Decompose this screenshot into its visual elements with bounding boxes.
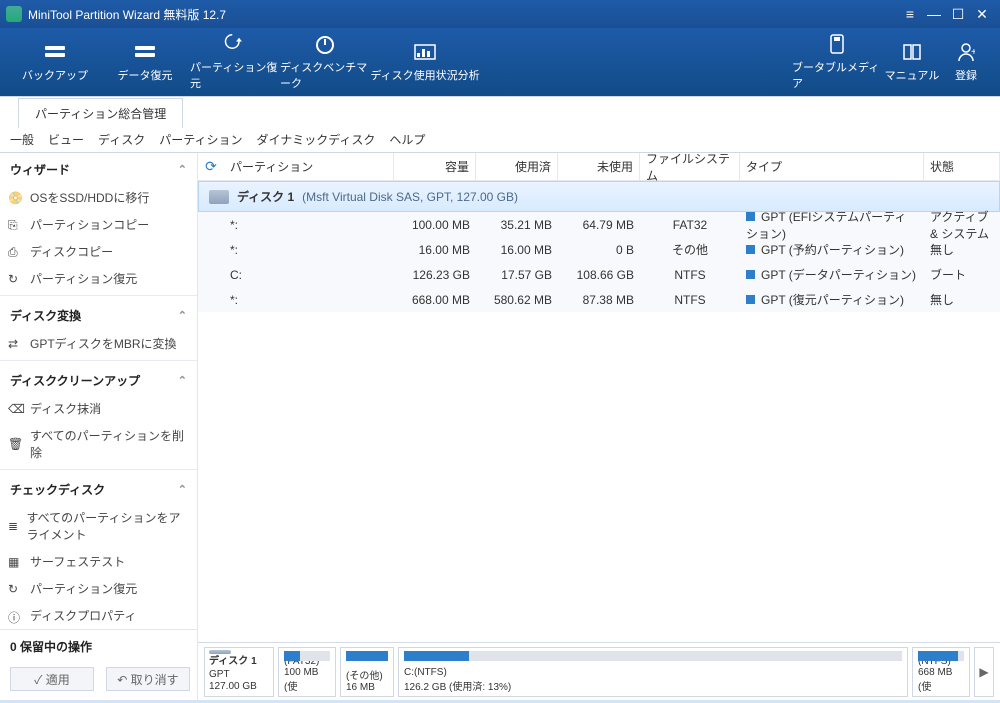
sidebar-group-disk-cleanup[interactable]: ディスククリーンアップ⌃ xyxy=(0,364,197,395)
undo-button[interactable]: ↶ 取り消す xyxy=(106,667,190,691)
toolbar-manual[interactable]: マニュアル xyxy=(882,41,942,83)
menu-partition[interactable]: パーティション xyxy=(159,131,242,148)
disk-icon xyxy=(209,650,231,655)
sidebar-item-surface-test[interactable]: ▦サーフェステスト xyxy=(0,548,197,575)
menu-dynamic-disk[interactable]: ダイナミックディスク xyxy=(256,131,375,148)
toolbar-disk-benchmark[interactable]: ディスクベンチマーク xyxy=(280,33,370,91)
sidebar-item-wipe-disk[interactable]: ⌫ディスク抹消 xyxy=(0,395,197,422)
sidebar-item-migrate-os[interactable]: 📀OSをSSD/HDDに移行 xyxy=(0,184,197,211)
menu-icon[interactable]: ≡ xyxy=(898,6,922,22)
disk-map-segment[interactable]: C:(NTFS)126.2 GB (使用済: 13%) xyxy=(398,647,908,697)
partition-row[interactable]: *: 668.00 MB 580.62 MB 87.38 MB NTFS GPT… xyxy=(198,287,1000,312)
tab-partition-mgmt[interactable]: パーティション総合管理 xyxy=(18,98,183,128)
ribbon-tabs: パーティション総合管理 xyxy=(0,96,1000,127)
col-status[interactable]: 状態 xyxy=(924,153,1000,180)
disk-map-scroll-right[interactable]: ▶ xyxy=(974,647,994,697)
maximize-button[interactable]: ☐ xyxy=(946,6,970,23)
app-title: MiniTool Partition Wizard 無料版 12.7 xyxy=(28,6,226,23)
toolbar-backup[interactable]: バックアップ xyxy=(10,41,100,83)
sidebar-item-partition-recovery-2[interactable]: ↻パーティション復元 xyxy=(0,575,197,602)
svg-text:+: + xyxy=(971,47,975,58)
pending-operations: 0 保留中の操作 xyxy=(0,629,197,663)
main-panel: ⟳ パーティション 容量 使用済 未使用 ファイルシステム タイプ 状態 ディス… xyxy=(198,153,1000,700)
refresh-icon[interactable]: ⟳ xyxy=(198,158,224,175)
disk-map-segment[interactable]: (その他)16 MB xyxy=(340,647,394,697)
toolbar-data-recovery[interactable]: データ復元 xyxy=(100,41,190,83)
disk-map-segment[interactable]: (FAT32)100 MB (使 xyxy=(278,647,336,697)
col-unused[interactable]: 未使用 xyxy=(558,153,640,180)
sidebar: ウィザード⌃ 📀OSをSSD/HDDに移行 ⎘パーティションコピー ⎙ディスクコ… xyxy=(0,153,198,700)
toolbar-register[interactable]: +登録 xyxy=(942,41,990,83)
sidebar-group-disk-convert[interactable]: ディスク変換⌃ xyxy=(0,299,197,330)
menubar: 一般 ビュー ディスク パーティション ダイナミックディスク ヘルプ xyxy=(0,127,1000,153)
table-header: ⟳ パーティション 容量 使用済 未使用 ファイルシステム タイプ 状態 xyxy=(198,153,1000,181)
col-used[interactable]: 使用済 xyxy=(476,153,558,180)
disk-map: ディスク 1 GPT 127.00 GB (FAT32)100 MB (使 (そ… xyxy=(198,642,1000,700)
partition-row[interactable]: *: 16.00 MB 16.00 MB 0 B その他 GPT (予約パーティ… xyxy=(198,237,1000,262)
chevron-up-icon: ⌃ xyxy=(178,309,187,322)
sidebar-item-partition-recovery[interactable]: ↻パーティション復元 xyxy=(0,265,197,292)
sidebar-group-wizard[interactable]: ウィザード⌃ xyxy=(0,153,197,184)
menu-general[interactable]: 一般 xyxy=(10,131,34,148)
chevron-up-icon: ⌃ xyxy=(178,163,187,176)
sidebar-item-gpt-to-mbr[interactable]: ⇄GPTディスクをMBRに変換 xyxy=(0,330,197,357)
sidebar-item-delete-all-partitions[interactable]: 🗑すべてのパーティションを削除 xyxy=(0,422,197,466)
toolbar-bootable-media[interactable]: ブータブルメディア xyxy=(792,33,882,91)
close-button[interactable]: ✕ xyxy=(970,6,994,23)
partition-row[interactable]: C: 126.23 GB 17.57 GB 108.66 GB NTFS GPT… xyxy=(198,262,1000,287)
app-icon xyxy=(6,6,22,22)
menu-disk[interactable]: ディスク xyxy=(98,131,145,148)
toolbar-disk-usage[interactable]: ディスク使用状況分析 xyxy=(370,41,480,83)
chevron-up-icon: ⌃ xyxy=(178,483,187,496)
apply-button[interactable]: ✓ 適用 xyxy=(10,667,94,691)
toolbar: バックアップ データ復元 パーティション復元 ディスクベンチマーク ディスク使用… xyxy=(0,28,1000,96)
col-partition[interactable]: パーティション xyxy=(224,153,394,180)
sidebar-item-disk-copy[interactable]: ⎙ディスクコピー xyxy=(0,238,197,265)
minimize-button[interactable]: — xyxy=(922,6,946,22)
menu-view[interactable]: ビュー xyxy=(48,131,84,148)
disk-icon xyxy=(209,190,229,204)
titlebar: MiniTool Partition Wizard 無料版 12.7 ≡ — ☐… xyxy=(0,0,1000,28)
sidebar-item-align-partitions[interactable]: ≣すべてのパーティションをアライメント xyxy=(0,504,197,548)
toolbar-partition-recovery[interactable]: パーティション復元 xyxy=(190,33,280,91)
col-capacity[interactable]: 容量 xyxy=(394,153,476,180)
disk-map-segment[interactable]: (NTFS)668 MB (使 xyxy=(912,647,970,697)
sidebar-item-disk-properties[interactable]: ⓘディスクプロパティ xyxy=(0,602,197,629)
col-type[interactable]: タイプ xyxy=(740,153,924,180)
col-filesystem[interactable]: ファイルシステム xyxy=(640,153,740,180)
sidebar-group-check-disk[interactable]: チェックディスク⌃ xyxy=(0,473,197,504)
menu-help[interactable]: ヘルプ xyxy=(389,131,425,148)
sidebar-item-partition-copy[interactable]: ⎘パーティションコピー xyxy=(0,211,197,238)
partition-row[interactable]: *: 100.00 MB 35.21 MB 64.79 MB FAT32 GPT… xyxy=(198,212,1000,237)
chevron-up-icon: ⌃ xyxy=(178,374,187,387)
disk-map-info[interactable]: ディスク 1 GPT 127.00 GB xyxy=(204,647,274,697)
